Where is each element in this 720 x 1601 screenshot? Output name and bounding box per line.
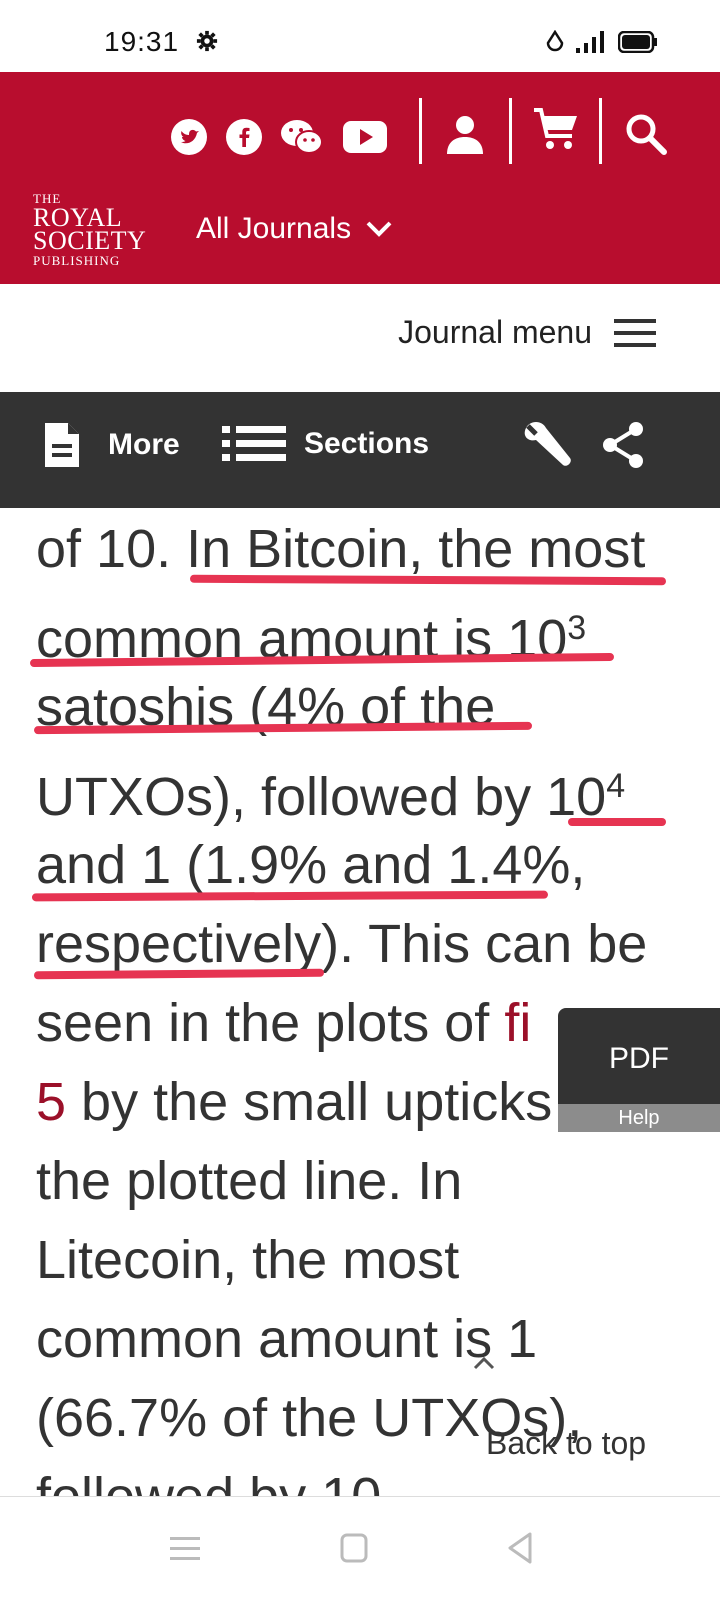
document-icon bbox=[45, 423, 79, 467]
article-line: 5 by the small upticks on bbox=[36, 1072, 628, 1132]
youtube-icon[interactable] bbox=[342, 120, 388, 154]
system-nav-bar bbox=[0, 1496, 720, 1601]
wrench-icon[interactable] bbox=[520, 418, 574, 472]
journal-menu-label: Journal menu bbox=[398, 314, 592, 350]
wechat-icon[interactable] bbox=[280, 118, 324, 156]
figure-link[interactable]: fi bbox=[504, 993, 531, 1053]
site-header: THE ROYAL SOCIETY PUBLISHING All Journal… bbox=[0, 72, 720, 284]
home-nav-icon[interactable] bbox=[340, 1533, 368, 1563]
status-time: 19:31 bbox=[104, 26, 180, 57]
logo-line-publishing: PUBLISHING bbox=[33, 253, 121, 268]
battery-icon bbox=[618, 31, 657, 53]
article-line: seen in the plots of fi bbox=[36, 993, 532, 1053]
facebook-icon[interactable] bbox=[225, 118, 263, 156]
pdf-panel: PDF Help bbox=[558, 1008, 720, 1132]
article-line: satoshis (4% of the bbox=[36, 677, 496, 737]
superscript: 4 bbox=[606, 767, 626, 805]
data-saver-icon bbox=[546, 30, 564, 52]
more-label: More bbox=[108, 428, 180, 461]
more-button[interactable]: More bbox=[42, 420, 180, 470]
back-to-top-label: Back to top bbox=[486, 1425, 647, 1461]
status-icons bbox=[546, 30, 658, 54]
sections-button[interactable]: Sections bbox=[222, 424, 429, 464]
signal-icon bbox=[576, 31, 604, 53]
logo-line-society: SOCIETY bbox=[33, 226, 147, 255]
highlight-underline bbox=[568, 818, 666, 826]
article-line: UTXOs), followed by 104 bbox=[36, 767, 626, 827]
share-icon[interactable] bbox=[600, 420, 646, 470]
status-bar: 19:31 bbox=[0, 0, 720, 72]
cart-icon[interactable] bbox=[532, 106, 580, 152]
chevron-up-icon bbox=[473, 1356, 495, 1370]
back-nav-icon[interactable] bbox=[506, 1531, 534, 1565]
all-journals-dropdown[interactable]: All Journals bbox=[196, 212, 393, 246]
royal-society-logo[interactable]: THE ROYAL SOCIETY PUBLISHING bbox=[33, 192, 146, 267]
twitter-icon[interactable] bbox=[170, 118, 208, 156]
article-line: the plotted line. In bbox=[36, 1151, 463, 1211]
journal-menu-button[interactable]: Journal menu bbox=[398, 314, 656, 351]
figure-number-link[interactable]: 5 bbox=[36, 1072, 66, 1132]
article-line: Litecoin, the most bbox=[36, 1230, 460, 1290]
help-button[interactable]: Help bbox=[558, 1104, 720, 1132]
journal-menu-bar: Journal menu bbox=[0, 284, 720, 392]
sections-label: Sections bbox=[304, 427, 430, 460]
article-line: common amount is 1 bbox=[36, 1309, 538, 1369]
search-icon[interactable] bbox=[624, 112, 668, 156]
hamburger-icon bbox=[614, 318, 656, 347]
pdf-button[interactable]: PDF bbox=[558, 1042, 720, 1076]
list-icon bbox=[222, 426, 286, 461]
all-journals-label: All Journals bbox=[196, 212, 352, 245]
gear-icon bbox=[196, 30, 218, 57]
superscript: 3 bbox=[567, 609, 587, 647]
chevron-down-icon bbox=[366, 221, 392, 237]
menu-nav-icon[interactable] bbox=[170, 1535, 200, 1561]
user-icon[interactable] bbox=[446, 114, 484, 154]
article-toolbar: More Sections bbox=[0, 392, 720, 508]
